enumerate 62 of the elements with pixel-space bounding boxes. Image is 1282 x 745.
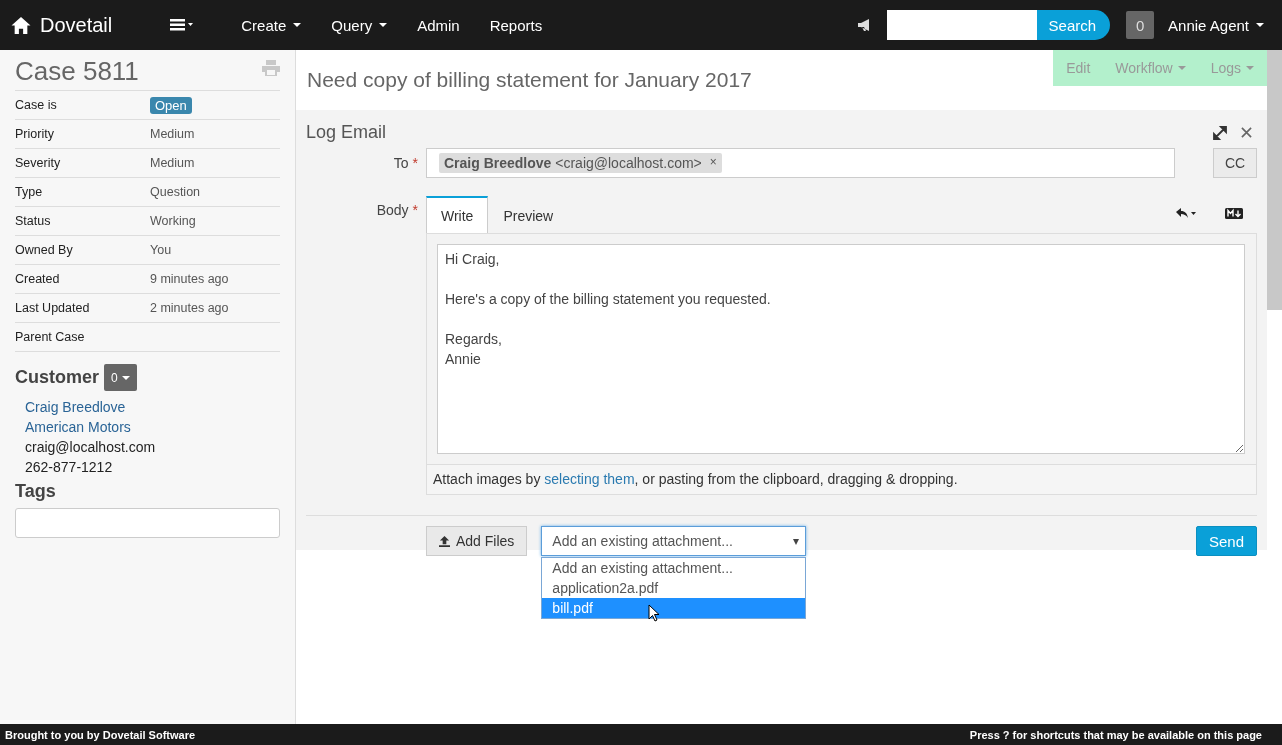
editor-tab[interactable]: Write xyxy=(426,196,489,233)
field-label: Last Updated xyxy=(15,301,91,315)
body-textarea[interactable]: Hi Craig, Here's a copy of the billing statement you requested. Regards, Annie xyxy=(437,244,1245,454)
expand-icon[interactable] xyxy=(1213,125,1227,140)
search-field[interactable] xyxy=(886,10,1037,40)
panel-title: Log Email xyxy=(306,122,388,143)
customer-link[interactable]: Craig Breedlove xyxy=(25,397,126,417)
customer-link[interactable]: American Motors xyxy=(25,417,131,437)
menu-icon[interactable] xyxy=(170,19,195,31)
customer-detail: 262-877-1212 xyxy=(25,458,113,477)
to-field[interactable]: Craig Breedlove <craig@localhost.com> × xyxy=(426,148,1175,178)
nav-menu-item[interactable]: Reports xyxy=(474,16,558,34)
notification-count[interactable]: 0 xyxy=(1126,11,1155,39)
scrollbar[interactable] xyxy=(1267,50,1282,310)
field-label: Created xyxy=(15,272,61,286)
to-label: To xyxy=(393,155,409,171)
field-value: Question xyxy=(150,185,201,199)
nav-menu-item[interactable]: Admin xyxy=(402,16,475,34)
field-value: Medium xyxy=(150,156,195,170)
close-icon[interactable] xyxy=(1241,127,1252,138)
nav-menu-item[interactable]: Query xyxy=(316,16,403,34)
field-label: Owned By xyxy=(15,243,74,257)
tags-field[interactable] xyxy=(15,508,280,538)
field-label: Parent Case xyxy=(15,330,86,344)
upload-icon xyxy=(439,535,450,547)
required-mark: * xyxy=(412,202,418,218)
editor-tab[interactable]: Preview xyxy=(488,197,569,233)
shortcut-hint: Press ? for shortcuts that may be available on this page xyxy=(969,728,1262,741)
required-mark: * xyxy=(412,155,418,171)
remove-recipient-button[interactable]: × xyxy=(709,155,717,171)
customer-detail: craig@localhost.com xyxy=(25,438,156,457)
attachment-select[interactable]: Add an existing attachment... xyxy=(541,526,807,556)
footer-credit: Brought to you by Dovetail Software xyxy=(5,728,196,741)
cc-button[interactable]: CC xyxy=(1213,148,1257,178)
field-label: Priority xyxy=(15,127,55,141)
customer-count-button[interactable]: 0 xyxy=(104,364,137,391)
page-title: Need copy of billing statement for January 2017 xyxy=(307,68,752,92)
field-value: You xyxy=(150,243,172,257)
attachment-option[interactable]: Add an existing attachment... xyxy=(542,558,806,578)
brand-link[interactable]: Dovetail xyxy=(10,13,113,37)
nav-menu-item[interactable]: Create xyxy=(226,16,317,34)
field-label: Case is xyxy=(15,98,58,112)
markdown-icon[interactable] xyxy=(1225,208,1243,219)
customer-heading: Customer xyxy=(15,367,99,388)
user-menu[interactable]: Annie Agent xyxy=(1168,16,1264,34)
field-value: 9 minutes ago xyxy=(150,272,229,286)
recipient-tag: Craig Breedlove <craig@localhost.com> × xyxy=(439,153,722,173)
field-label: Status xyxy=(15,214,52,228)
home-icon xyxy=(10,15,32,35)
case-title: Case 5811 xyxy=(15,55,139,87)
attachment-option[interactable]: application2a.pdf xyxy=(542,578,806,598)
reply-icon[interactable] xyxy=(1175,207,1197,219)
tags-heading: Tags xyxy=(15,481,57,502)
field-value: Working xyxy=(150,214,196,228)
select-files-link[interactable]: selecting them xyxy=(544,471,635,487)
field-label: Type xyxy=(15,185,44,199)
field-label: Severity xyxy=(15,156,62,170)
body-label: Body xyxy=(376,202,409,218)
field-value: Medium xyxy=(150,127,195,141)
add-files-button[interactable]: Add Files xyxy=(426,526,528,556)
field-value: 2 minutes ago xyxy=(150,301,229,315)
status-badge: Open xyxy=(150,96,192,114)
